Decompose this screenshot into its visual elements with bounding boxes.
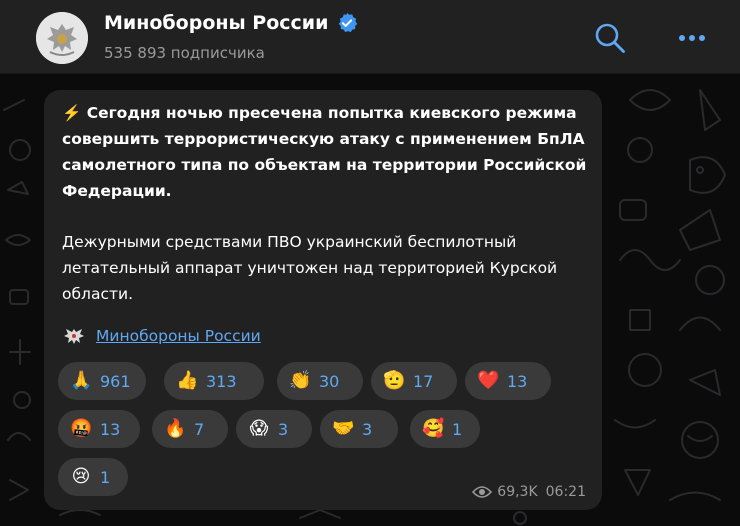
heart-icon: ❤️ <box>477 370 500 391</box>
message-meta: 69,3K 06:21 <box>472 484 586 500</box>
signature-link[interactable]: Минобороны России <box>96 327 261 345</box>
channel-avatar[interactable] <box>36 12 88 64</box>
reaction-count: 3 <box>362 419 373 439</box>
eye-icon <box>472 486 493 498</box>
search-button[interactable] <box>590 20 630 56</box>
title-row: Минобороны России <box>104 12 358 34</box>
reaction-handshake[interactable]: 🤝 3 <box>320 410 398 448</box>
message-bubble[interactable]: ⚡️ Сегодня ночью пресечена попытка киевс… <box>44 90 602 510</box>
signature: Минобороны России <box>62 326 261 346</box>
verified-icon <box>339 12 358 33</box>
message-headline: ⚡️ Сегодня ночью пресечена попытка киевс… <box>62 104 587 200</box>
reaction-clap[interactable]: 👏 30 <box>277 362 363 400</box>
emblem-icon <box>36 12 88 64</box>
reaction-count: 30 <box>319 371 340 391</box>
reaction-scream[interactable]: 😱 3 <box>236 410 312 448</box>
reaction-count: 7 <box>194 419 205 439</box>
handshake-icon: 🤝 <box>332 418 355 439</box>
reaction-salute[interactable]: 🫡 17 <box>371 362 457 400</box>
reaction-count: 3 <box>278 419 289 439</box>
smiling-hearts-icon: 🥰 <box>422 418 445 439</box>
reaction-count: 13 <box>100 419 121 439</box>
fire-icon: 🔥 <box>164 418 187 439</box>
more-icon <box>679 35 705 41</box>
reaction-heart[interactable]: ❤️ 13 <box>465 362 551 400</box>
reaction-cry[interactable]: 😢 1 <box>58 458 128 496</box>
reaction-love[interactable]: 🥰 1 <box>410 410 480 448</box>
search-icon <box>595 23 625 53</box>
clap-icon: 👏 <box>289 370 312 391</box>
more-button[interactable] <box>672 20 712 56</box>
angry-face-icon: 🤬 <box>70 418 93 439</box>
reaction-fire[interactable]: 🔥 7 <box>152 410 228 448</box>
subscriber-count: 535 893 подписчика <box>104 44 265 62</box>
view-count: 69,3K <box>497 484 538 500</box>
reaction-count: 13 <box>507 371 528 391</box>
channel-header: Минобороны России 535 893 подписчика <box>0 0 740 74</box>
reaction-count: 1 <box>452 419 463 439</box>
message-time: 06:21 <box>545 484 586 500</box>
pray-icon: 🙏 <box>70 370 93 391</box>
reaction-count: 1 <box>100 467 111 487</box>
crying-face-icon: 😢 <box>71 466 91 487</box>
reaction-count: 17 <box>413 371 434 391</box>
message-body: Дежурными средствами ПВО украинский бесп… <box>62 233 558 303</box>
salute-icon: 🫡 <box>383 370 406 391</box>
reaction-angry[interactable]: 🤬 13 <box>58 410 140 448</box>
thumbs-up-icon: 👍 <box>176 370 199 391</box>
scream-icon: 😱 <box>249 418 269 439</box>
reaction-count: 313 <box>206 371 237 391</box>
reaction-thumbs-up[interactable]: 👍 313 <box>164 362 264 400</box>
channel-title[interactable]: Минобороны России <box>104 12 328 34</box>
reaction-count: 961 <box>100 371 131 391</box>
eagle-icon <box>64 329 84 344</box>
reaction-pray[interactable]: 🙏 961 <box>58 362 146 400</box>
